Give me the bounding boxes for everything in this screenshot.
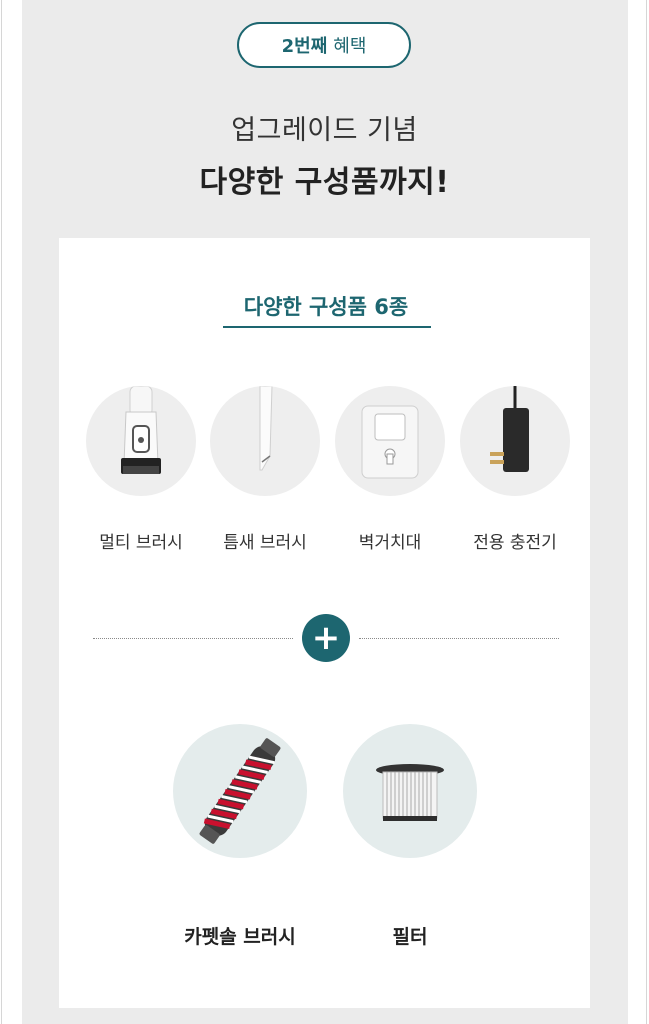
component-label: 틈새 브러시 [223,533,307,553]
right-edge-line [646,0,647,1024]
benefit-badge-number: 2번째 [281,36,328,57]
benefit-badge: 2번째 혜택 [237,22,411,68]
component-label: 카펫솔 브러시 [184,926,296,948]
component-item-wall-mount: 벽거치대 [330,386,450,553]
divider-left [93,638,293,639]
card-heading: 다양한 구성품 6종 [243,295,409,319]
wall-mount-icon [335,386,445,496]
component-label: 벽거치대 [358,533,422,553]
component-item-multi-brush: 멀티 브러시 [81,386,201,553]
components-card: 다양한 구성품 6종 멀티 브러시 틈새 브러시 벽거치대 전용 충전기 + 카… [59,238,590,1008]
card-heading-underline [223,326,431,328]
component-label: 멀티 브러시 [99,533,183,553]
charger-icon [460,386,570,496]
plus-icon: + [302,614,350,662]
carpet-brush-icon [173,724,307,858]
filter-icon [343,724,477,858]
crevice-brush-icon [210,386,320,496]
left-edge-line [1,0,2,1024]
component-item-crevice-brush: 틈새 브러시 [205,386,325,553]
benefit-badge-text: 혜택 [333,36,367,57]
multi-brush-icon [86,386,196,496]
headline-title: 다양한 구성품까지! [199,165,450,200]
component-item-carpet-brush: 카펫솔 브러시 [165,724,315,949]
component-item-charger: 전용 충전기 [455,386,575,553]
headline-subtitle: 업그레이드 기념 [231,115,418,146]
component-label: 필터 [392,926,428,948]
component-item-filter: 필터 [335,724,485,949]
component-label: 전용 충전기 [473,533,557,553]
divider-right [359,638,559,639]
